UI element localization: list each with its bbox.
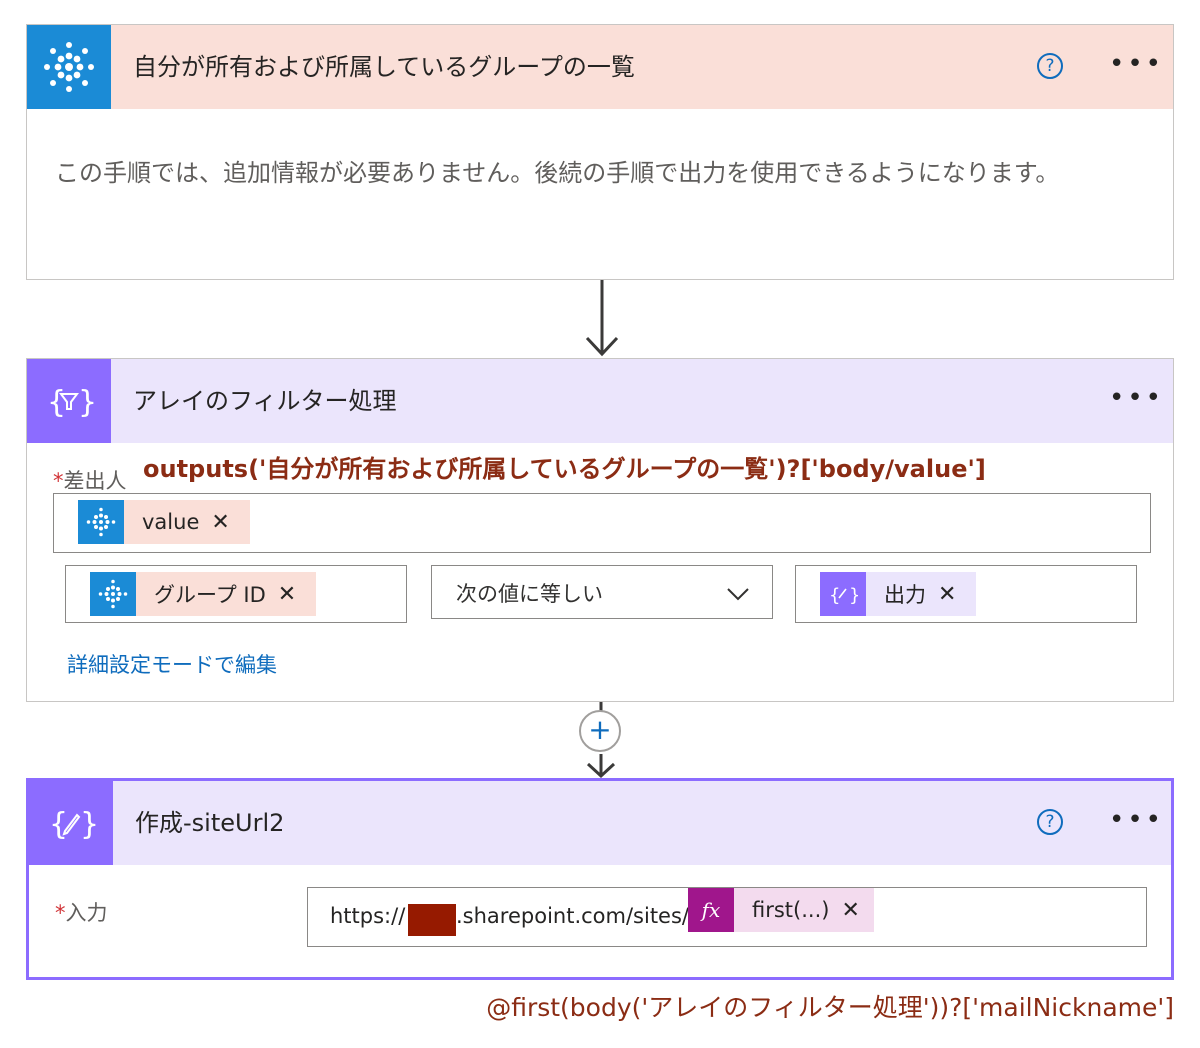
chevron-down-icon	[727, 588, 749, 601]
arrow-down-icon	[582, 280, 622, 360]
from-field[interactable]: value ✕	[53, 493, 1151, 553]
output-token[interactable]: { } 出力 ✕	[820, 572, 977, 616]
value-token[interactable]: value ✕	[78, 500, 250, 544]
condition-left-field[interactable]: グループ ID ✕	[65, 565, 407, 623]
compose-braces-icon: { }	[820, 572, 866, 616]
svg-text:{: {	[49, 807, 68, 842]
condition-right-field[interactable]: { } 出力 ✕	[795, 565, 1137, 623]
group-id-token[interactable]: グループ ID ✕	[90, 572, 317, 616]
step-message: この手順では、追加情報が必要ありません。後続の手順で出力を使用できるようになりま…	[55, 159, 1060, 187]
office365-dots-icon	[90, 572, 136, 616]
step-header[interactable]: { } 作成-siteUrl2 ? •••	[29, 781, 1171, 865]
required-mark: *	[53, 469, 64, 493]
remove-icon[interactable]: ✕	[841, 898, 859, 923]
svg-text:{: {	[47, 385, 66, 420]
help-icon[interactable]: ?	[1037, 53, 1063, 79]
compose-braces-icon: { }	[29, 781, 113, 865]
more-options-button[interactable]: •••	[1109, 781, 1164, 865]
input-label: *入力	[55, 897, 108, 927]
help-icon[interactable]: ?	[1037, 809, 1063, 835]
office365-dots-icon	[44, 42, 94, 92]
first-expression-token[interactable]: fx first(...) ✕	[688, 888, 874, 932]
redacted-block	[408, 904, 456, 936]
step-card-compose-siteurl2[interactable]: { } 作成-siteUrl2 ? ••• *入力 https:// .shar…	[26, 778, 1174, 980]
advanced-mode-link[interactable]: 詳細設定モードで編集	[67, 649, 277, 679]
operator-value: 次の値に等しい	[456, 582, 603, 606]
token-label: first(...)	[752, 898, 830, 922]
remove-icon[interactable]: ✕	[938, 582, 956, 607]
token-label: value	[142, 510, 200, 534]
input-label-text: 入力	[65, 901, 108, 925]
step-header[interactable]: { } アレイのフィルター処理 •••	[27, 359, 1173, 443]
filter-annotation: outputs('自分が所有および所属しているグループの一覧')?['body/…	[143, 455, 986, 483]
more-options-button[interactable]: •••	[1109, 359, 1164, 443]
step-card-list-groups[interactable]: 自分が所有および所属しているグループの一覧 ? ••• この手順では、追加情報が…	[26, 24, 1174, 280]
step-card-filter-array[interactable]: { } アレイのフィルター処理 ••• *差出人 outputs('自分が所有お…	[26, 358, 1174, 702]
step-header[interactable]: 自分が所有および所属しているグループの一覧 ? •••	[27, 25, 1173, 109]
remove-icon[interactable]: ✕	[278, 582, 296, 607]
from-label-text: 差出人	[63, 469, 127, 493]
step-title[interactable]: アレイのフィルター処理	[133, 359, 397, 443]
office365-groups-icon	[27, 25, 111, 109]
svg-text:}: }	[849, 585, 858, 606]
svg-text:}: }	[78, 385, 94, 420]
fx-label: fx	[701, 898, 721, 922]
plus-icon: +	[588, 713, 612, 746]
url-suffix: .sharepoint.com/sites/	[456, 904, 689, 928]
url-prefix: https://	[330, 904, 406, 928]
insert-step-button[interactable]: +	[579, 710, 621, 752]
svg-text:{: {	[829, 585, 840, 606]
token-label: 出力	[884, 583, 926, 607]
from-label: *差出人	[53, 465, 127, 495]
expression-fx-icon: fx	[688, 888, 734, 932]
office365-dots-icon	[78, 500, 124, 544]
svg-text:}: }	[80, 807, 96, 842]
compose-annotation: @first(body('アレイのフィルター処理'))?['mailNickna…	[486, 993, 1174, 1022]
remove-icon[interactable]: ✕	[211, 510, 229, 535]
required-mark: *	[55, 901, 66, 925]
step-title[interactable]: 作成-siteUrl2	[135, 781, 284, 865]
filter-braces-icon: { }	[27, 359, 111, 443]
more-options-button[interactable]: •••	[1109, 25, 1164, 109]
token-label: グループ ID	[154, 583, 266, 607]
step-title[interactable]: 自分が所有および所属しているグループの一覧	[133, 25, 635, 109]
input-field[interactable]: https:// .sharepoint.com/sites/ fx first…	[307, 887, 1147, 947]
operator-select[interactable]: 次の値に等しい	[431, 565, 773, 619]
